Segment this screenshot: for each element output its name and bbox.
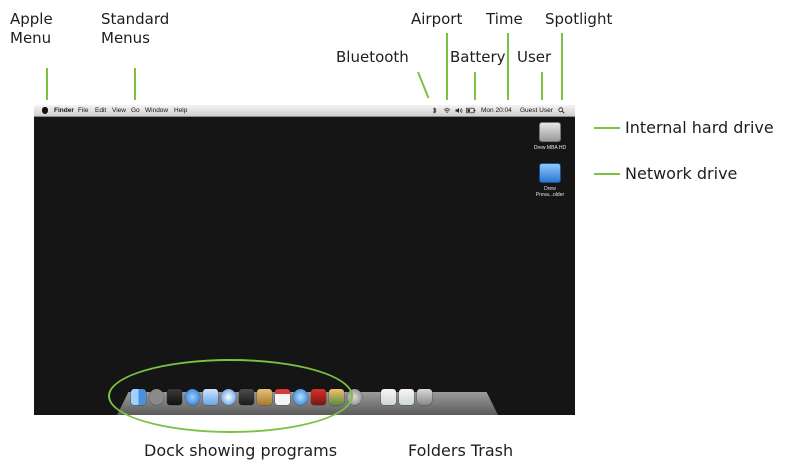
dock-programs-highlight <box>108 359 353 433</box>
spotlight-callout: Spotlight <box>545 10 613 28</box>
airport-wifi-icon[interactable] <box>443 107 451 114</box>
battery-icon[interactable] <box>466 107 476 114</box>
network-drive-callout: Network drive <box>625 164 738 183</box>
menu-go[interactable]: Go <box>131 105 140 116</box>
bluetooth-callout: Bluetooth <box>336 48 409 66</box>
apple-logo-icon[interactable] <box>42 107 48 114</box>
volume-icon[interactable] <box>455 107 463 114</box>
spotlight-leader <box>561 33 563 100</box>
network-drive-icon <box>539 163 561 183</box>
spotlight-icon[interactable] <box>558 107 565 114</box>
internal-drive-callout: Internal hard drive <box>625 118 774 137</box>
menu-bar: Finder File Edit View Go Window Help Mon… <box>34 105 575 117</box>
user-leader <box>541 72 543 100</box>
menu-app-finder[interactable]: Finder <box>54 105 74 116</box>
hard-drive-icon <box>539 122 561 142</box>
network-drive-leader <box>594 173 620 175</box>
dock-programs-callout: Dock showing programs <box>144 441 338 460</box>
menubar-user[interactable]: Guest User <box>520 105 553 116</box>
user-callout: User <box>517 48 552 66</box>
menu-window[interactable]: Window <box>145 105 168 116</box>
folder-icon[interactable] <box>399 389 414 405</box>
internal-drive-leader <box>594 127 620 129</box>
bluetooth-icon[interactable] <box>432 107 437 114</box>
folders-trash-callout: Folders Trash <box>408 441 514 460</box>
battery-callout: Battery <box>450 48 506 66</box>
standard-menus-callout: Standard Menus <box>101 10 170 47</box>
airport-callout: Airport <box>411 10 463 28</box>
internal-drive-label: Drew MBA HD <box>533 145 567 151</box>
apple-menu-leader <box>46 68 48 100</box>
standard-menus-leader <box>134 68 136 100</box>
menu-help[interactable]: Help <box>174 105 187 116</box>
battery-leader <box>474 72 476 100</box>
menubar-clock[interactable]: Mon 20:04 <box>481 105 512 116</box>
time-leader <box>507 33 509 100</box>
menu-view[interactable]: View <box>112 105 126 116</box>
bluetooth-leader <box>417 71 430 99</box>
trash-icon[interactable] <box>417 389 432 405</box>
folder-icon[interactable] <box>381 389 396 405</box>
network-drive-desktop-icon[interactable]: Drew Preva...older <box>530 163 570 198</box>
menu-file[interactable]: File <box>78 105 88 116</box>
apple-menu-callout: Apple Menu <box>10 10 53 47</box>
time-callout: Time <box>486 10 523 28</box>
internal-drive-desktop-icon[interactable]: Drew MBA HD <box>530 122 570 151</box>
menu-edit[interactable]: Edit <box>95 105 106 116</box>
network-drive-label: Drew Preva...older <box>535 186 565 198</box>
airport-leader <box>446 33 448 100</box>
